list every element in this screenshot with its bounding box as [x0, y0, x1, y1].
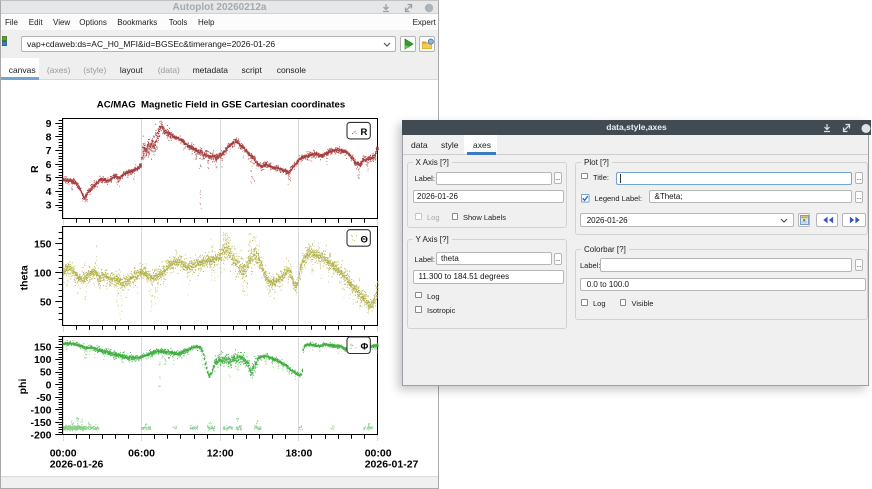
svg-text:-150: -150: [30, 417, 51, 429]
svg-text:R: R: [29, 165, 41, 173]
svg-text:Φ: Φ: [361, 342, 369, 353]
svg-text:-200: -200: [30, 430, 51, 442]
svg-text:3: 3: [46, 200, 52, 212]
svg-text:Θ: Θ: [361, 234, 368, 245]
svg-text:R: R: [361, 127, 368, 138]
svg-text:8: 8: [46, 132, 52, 144]
svg-text:0: 0: [46, 379, 52, 391]
svg-text:150: 150: [34, 239, 52, 251]
svg-text:-50: -50: [36, 392, 51, 404]
svg-text:100: 100: [34, 268, 52, 280]
svg-text:06:00: 06:00: [128, 447, 155, 459]
svg-text:50: 50: [40, 367, 52, 379]
svg-text:9: 9: [46, 118, 52, 130]
svg-text:7: 7: [46, 145, 52, 157]
svg-text:2026-01-27: 2026-01-27: [365, 458, 419, 470]
svg-text:-100: -100: [30, 405, 51, 417]
svg-text:12:00: 12:00: [207, 447, 234, 459]
svg-text:2026-01-26: 2026-01-26: [50, 458, 104, 470]
svg-text:6: 6: [46, 159, 52, 171]
svg-text:18:00: 18:00: [285, 447, 312, 459]
svg-text:4: 4: [46, 186, 52, 198]
svg-text:5: 5: [46, 172, 52, 184]
svg-text:50: 50: [40, 297, 52, 309]
svg-text:150: 150: [34, 342, 52, 354]
svg-text:theta: theta: [19, 265, 31, 290]
svg-text:phi: phi: [17, 379, 29, 395]
svg-text:100: 100: [34, 354, 52, 366]
svg-text:AC/MAG Magnetic Field in GSE: AC/MAG Magnetic Field in GSE Cartesian c…: [97, 100, 345, 111]
